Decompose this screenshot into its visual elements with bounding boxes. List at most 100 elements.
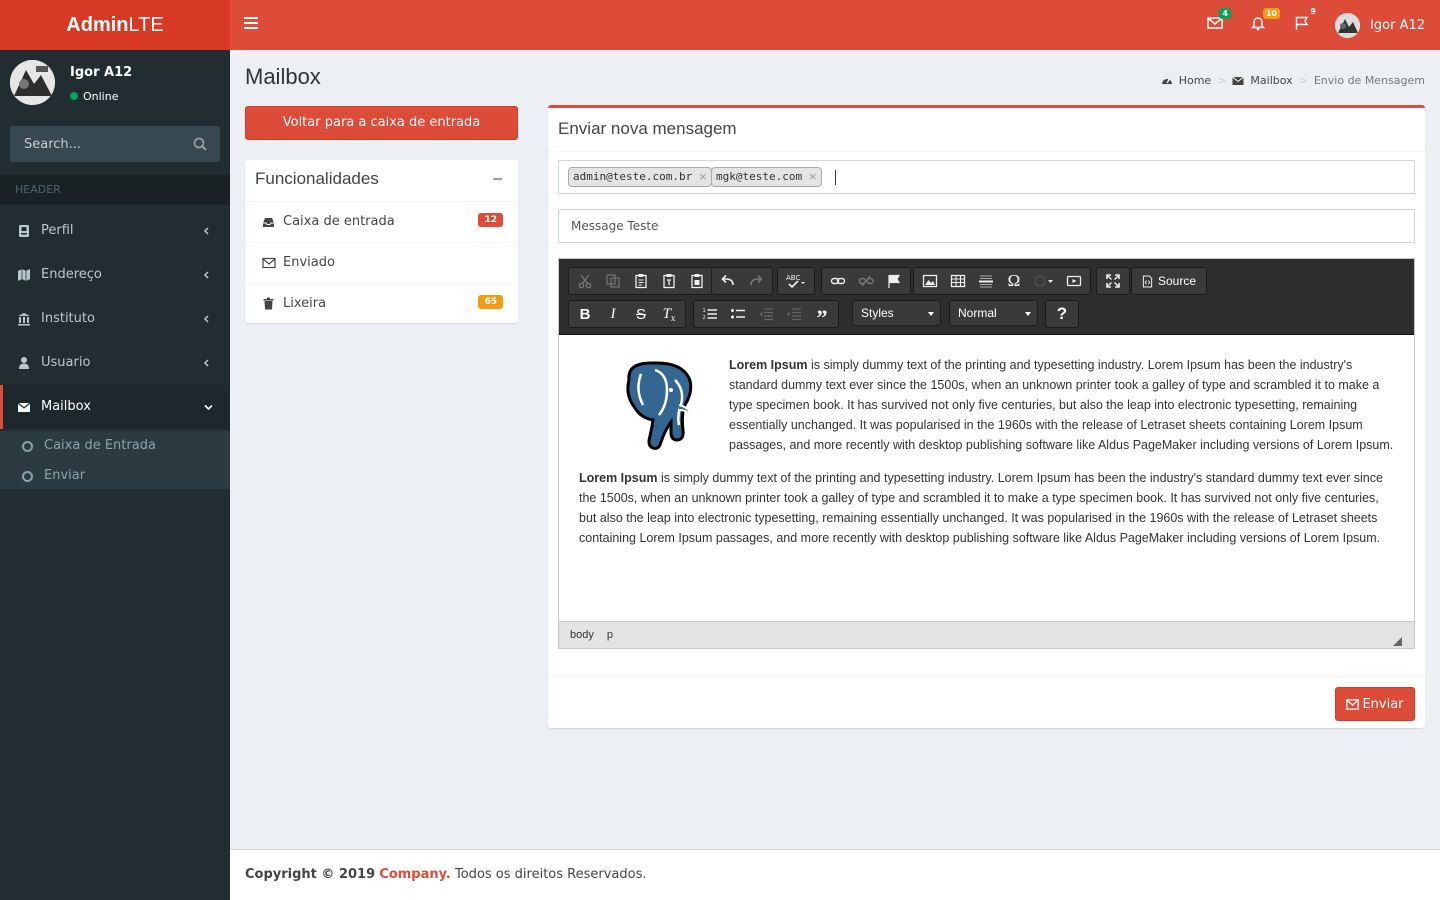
italic-icon[interactable]: I [599, 302, 627, 326]
sidebar-item-usuario[interactable]: Usuario [0, 341, 230, 385]
paste-word-icon[interactable] [683, 269, 711, 293]
sidebar-item-label: Perfil [41, 223, 74, 238]
path-item-body[interactable]: body [570, 629, 594, 641]
recipients-field[interactable]: admin@teste.com.br × mgk@teste.com × [558, 160, 1415, 194]
sidebar-item-endereco[interactable]: Endereço [0, 253, 230, 297]
send-button[interactable]: Enviar [1335, 687, 1415, 721]
resize-handle-icon[interactable] [1393, 637, 1402, 646]
messages-menu[interactable]: 4 [1207, 8, 1231, 35]
link-icon[interactable] [824, 269, 852, 293]
link-group [821, 267, 911, 295]
submenu-item-caixa-entrada[interactable]: Caixa de Entrada [0, 431, 230, 461]
messages-badge: 4 [1219, 8, 1231, 19]
sidebar-item-perfil[interactable]: Perfil [0, 209, 230, 253]
back-to-inbox-button[interactable]: Voltar para a caixa de entrada [245, 106, 518, 140]
send-label: Enviar [1362, 696, 1404, 712]
bold-icon[interactable]: B [571, 302, 599, 326]
special-char-icon[interactable]: Ω [1000, 269, 1028, 293]
folders-box: Funcionalidades Caixa de entrada 12 Envi… [245, 160, 518, 323]
paragraph-bold: Lorem Ipsum [579, 471, 658, 485]
recipient-tag: admin@teste.com.br × [568, 167, 713, 187]
search-input[interactable] [10, 126, 180, 162]
collapse-minus-icon[interactable] [493, 178, 502, 180]
subject-input[interactable]: Message Teste [558, 209, 1415, 243]
indent-icon[interactable] [780, 302, 808, 326]
sidebar: Igor A12 Online HEADER Perfil Endereço I… [0, 50, 230, 900]
smiley-dropdown-icon[interactable] [1028, 269, 1060, 293]
folder-item-sent[interactable]: Enviado [245, 242, 518, 283]
user-panel: Igor A12 Online [10, 60, 220, 115]
top-navbar: 4 10 9 Igor A12 [230, 0, 1440, 50]
paste-icon[interactable] [627, 269, 655, 293]
envelope-outline-icon [1346, 698, 1360, 710]
outdent-icon[interactable] [752, 302, 780, 326]
postgresql-elephant-image [626, 361, 694, 450]
notifications-menu[interactable]: 10 [1250, 8, 1280, 35]
sidebar-item-mailbox[interactable]: Mailbox [0, 385, 230, 429]
paste-text-icon[interactable] [655, 269, 683, 293]
sidebar-item-instituto[interactable]: Instituto [0, 297, 230, 341]
svg-text:ABC: ABC [786, 274, 800, 282]
media-embed-icon[interactable] [1060, 269, 1088, 293]
remove-format-icon[interactable]: Tx [655, 302, 683, 326]
breadcrumb-separator: > [1298, 74, 1308, 87]
sidebar-user-name: Igor A12 [70, 65, 133, 80]
redo-icon[interactable] [742, 269, 770, 293]
rich-text-editor: ABC Ω Source B I S T x 1 2 ” Styles Norm… [558, 258, 1415, 649]
submenu-item-label: Caixa de Entrada [44, 438, 156, 453]
brand-logo[interactable]: AdminLTE [0, 0, 230, 50]
remove-recipient-icon[interactable]: × [808, 170, 817, 183]
numbered-list-icon[interactable]: 12 [696, 302, 724, 326]
styles-dropdown[interactable]: Styles [852, 300, 941, 326]
folders-title: Funcionalidades [255, 169, 379, 188]
copy-icon[interactable] [599, 269, 627, 293]
rights-text: Todos os direitos Reservados. [455, 867, 647, 882]
folder-item-trash[interactable]: Lixeira 65 [245, 283, 518, 324]
help-group: ? [1045, 300, 1079, 328]
company-link[interactable]: Company. [379, 867, 451, 882]
bullet-list-icon[interactable] [724, 302, 752, 326]
format-dropdown[interactable]: Normal [949, 300, 1038, 326]
source-button[interactable]: Source [1134, 274, 1204, 288]
paragraph: Lorem Ipsum is simply dummy text of the … [579, 468, 1394, 548]
maximize-group [1096, 267, 1130, 295]
brand-bold: Admin [66, 14, 129, 36]
institution-icon [18, 313, 30, 326]
cut-icon[interactable] [571, 269, 599, 293]
blockquote-icon[interactable]: ” [808, 302, 836, 330]
editor-content[interactable]: Lorem Ipsum is simply dummy text of the … [559, 336, 1414, 621]
breadcrumb-current: Envio de Mensagem [1313, 74, 1425, 87]
compose-title: Enviar nova mensagem [558, 119, 737, 138]
spellcheck-icon[interactable]: ABC [780, 269, 812, 293]
folder-item-inbox[interactable]: Caixa de entrada 12 [245, 201, 518, 242]
path-item-p[interactable]: p [607, 629, 613, 641]
breadcrumb-mailbox[interactable]: Mailbox [1250, 74, 1292, 87]
source-icon [1142, 274, 1153, 288]
help-icon[interactable]: ? [1048, 302, 1076, 326]
search-icon[interactable] [192, 136, 208, 152]
anchor-flag-icon[interactable] [880, 269, 908, 293]
unlink-icon[interactable] [852, 269, 880, 293]
breadcrumb-home[interactable]: Home [1179, 74, 1211, 87]
online-dot-icon [70, 92, 78, 100]
maximize-icon[interactable] [1099, 269, 1127, 293]
horizontal-rule-icon[interactable] [972, 269, 1000, 293]
map-icon [18, 269, 30, 281]
styles-label: Styles [861, 306, 894, 320]
submenu-item-label: Enviar [44, 468, 86, 483]
user-menu[interactable]: Igor A12 [1335, 12, 1425, 38]
avatar [10, 60, 55, 105]
page-title: Mailbox [245, 64, 321, 89]
image-icon[interactable] [916, 269, 944, 293]
sidebar-item-label: Usuario [41, 355, 91, 370]
divider [548, 151, 1425, 152]
remove-recipient-icon[interactable]: × [698, 170, 707, 183]
sidebar-toggle-icon[interactable] [244, 17, 258, 29]
submenu-item-enviar[interactable]: Enviar [0, 461, 230, 491]
tasks-menu[interactable]: 9 [1294, 7, 1316, 35]
strikethrough-icon[interactable]: S [627, 302, 655, 326]
table-icon[interactable] [944, 269, 972, 293]
undo-icon[interactable] [714, 269, 742, 293]
brand-light: LTE [128, 14, 164, 36]
inbox-count-badge: 12 [478, 213, 503, 227]
